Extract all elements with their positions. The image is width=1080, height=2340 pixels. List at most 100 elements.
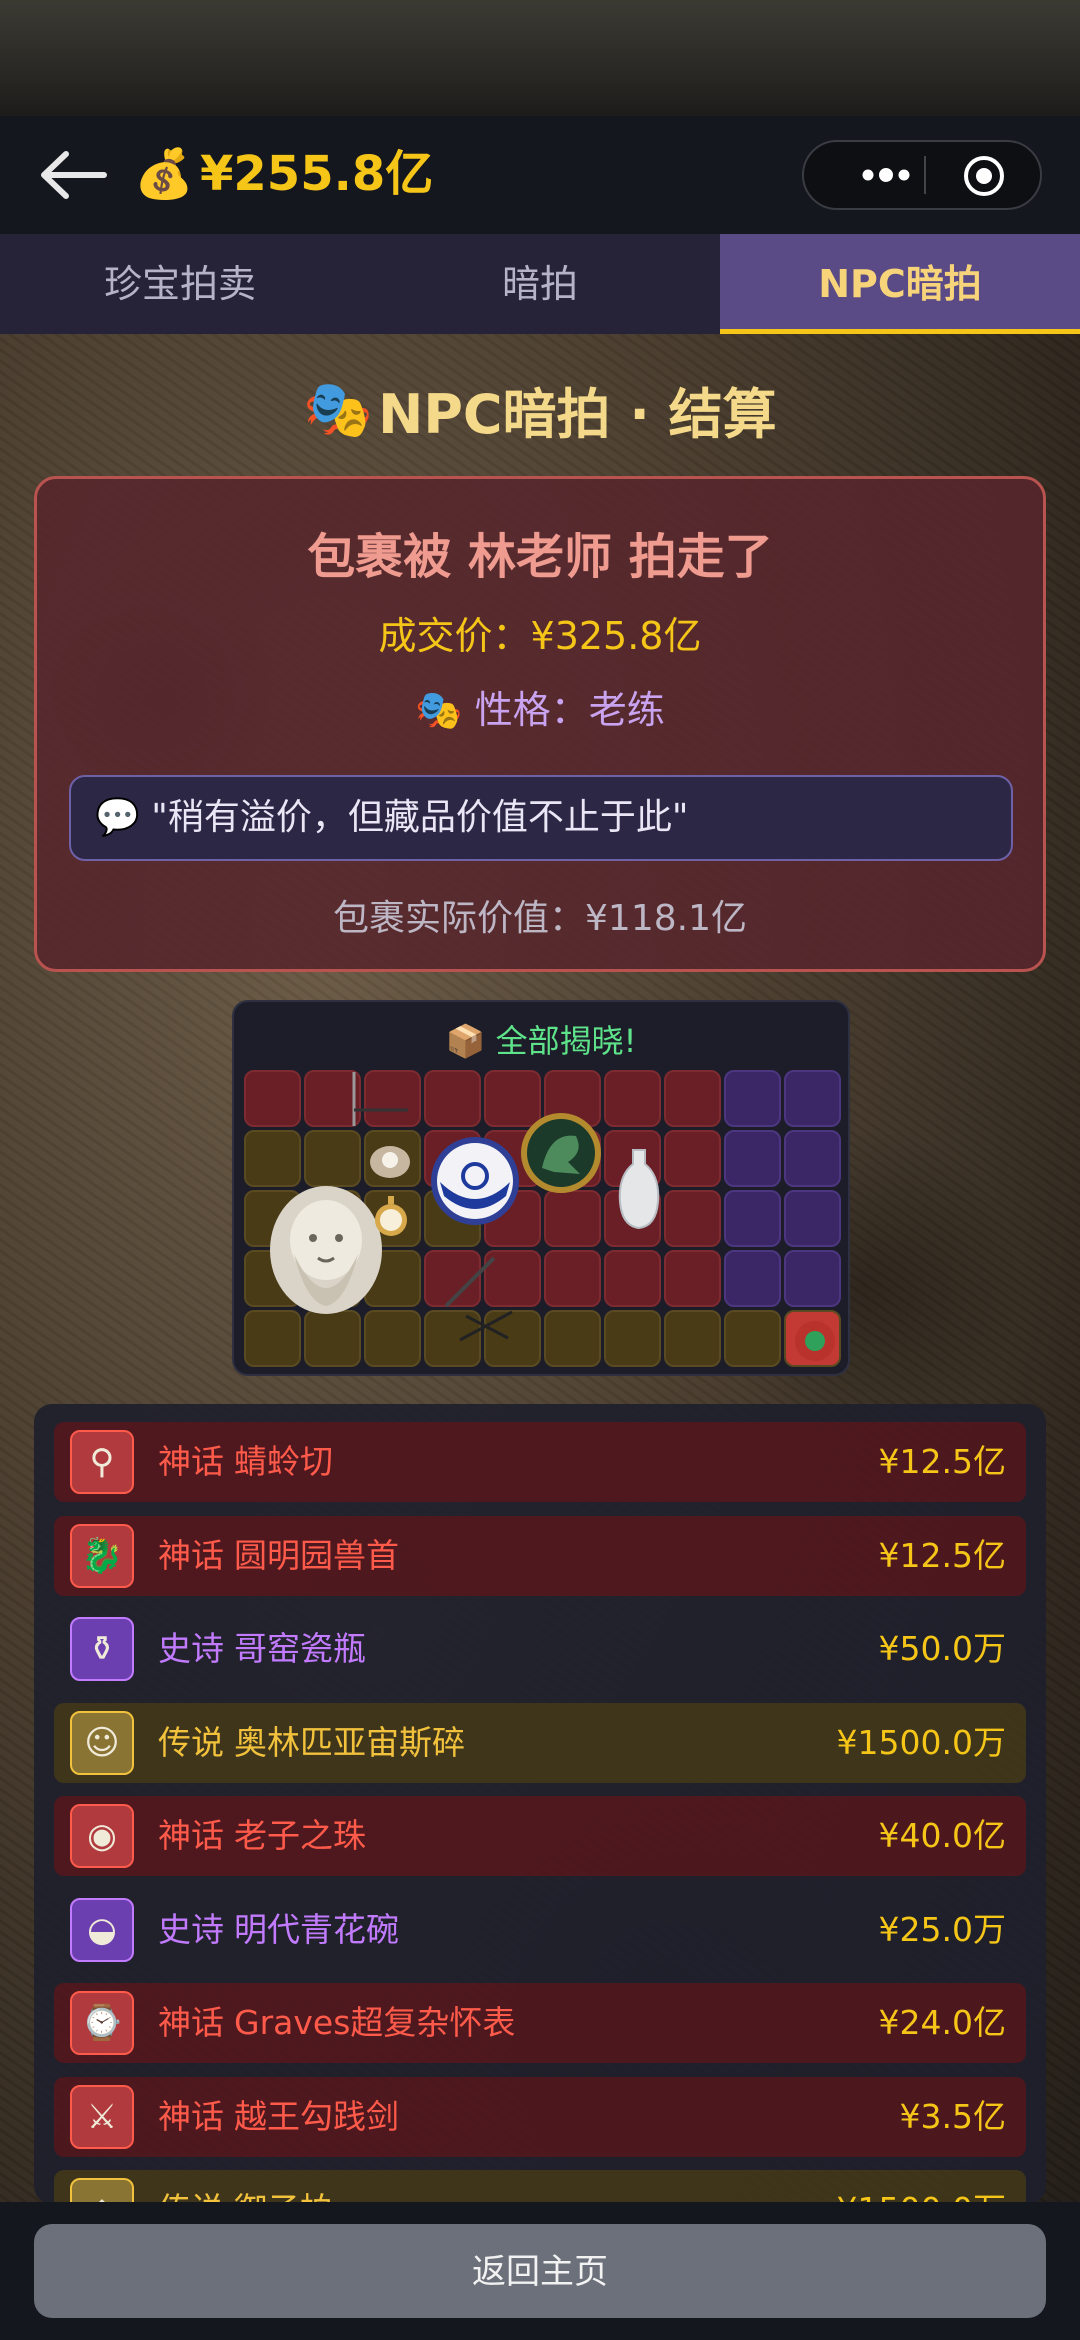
mini-program-capsule (802, 140, 1042, 210)
reveal-panel: 📦 全部揭晓! (232, 1000, 850, 1376)
celadon-vase-icon (618, 1149, 660, 1230)
item-rarity: 史诗 (158, 1629, 224, 1668)
grid-cell (244, 1310, 301, 1367)
statue-icon: ☺ (70, 1710, 134, 1775)
pearl-icon: ◉ (70, 1804, 134, 1868)
item-row[interactable]: ⚱ 史诗 哥窑瓷瓶 ¥50.0万 (54, 1609, 1026, 1689)
header-bar: 💰 ¥255.8亿 (0, 116, 1080, 234)
item-price: ¥3.5亿 (899, 2096, 1006, 2136)
grid-cell (724, 1250, 781, 1307)
spear-icon (352, 1072, 408, 1126)
return-home-button[interactable]: 返回主页 (34, 2224, 1046, 2318)
item-row[interactable]: ⌚ 神话 Graves超复杂怀表 ¥24.0亿 (54, 1983, 1026, 2063)
theater-masks-icon: 🎭 (303, 377, 374, 443)
item-row[interactable]: 🐉 神话 圆明园兽首 ¥12.5亿 (54, 1515, 1026, 1596)
actual-value: 包裹实际价值：¥118.1亿 (333, 898, 747, 939)
crossed-blades-icon (459, 1310, 513, 1342)
grid-cell (724, 1070, 781, 1127)
item-row[interactable]: ☺ 传说 奥林匹亚宙斯碎 ¥1500.0万 (54, 1702, 1026, 1783)
settlement-title-row: 🎭 NPC暗拍 · 结算 (0, 370, 1080, 450)
item-name: 圆明园兽首 (234, 1535, 399, 1575)
npc-quote-text: "稍有溢价，但藏品价值不止于此" (151, 797, 689, 838)
dragon-head-icon (521, 1113, 601, 1193)
grid-cell (664, 1070, 721, 1127)
item-name: 老子之珠 (234, 1816, 366, 1855)
winner-headline: 包裹被 林老师 拍走了 (307, 529, 773, 585)
tab-treasure-auction[interactable]: 珍宝拍卖 (0, 234, 360, 334)
item-grid (244, 1070, 844, 1370)
item-price: ¥40.0亿 (878, 1816, 1006, 1855)
item-price: ¥1500.0万 (837, 2170, 1006, 2204)
money-bag-icon: 💰 (134, 146, 194, 202)
grid-cell (604, 1310, 661, 1367)
bowl-icon: ◒ (70, 1897, 134, 1962)
item-row[interactable]: ⚔ 神话 越王勾践剑 ¥3.5亿 (54, 2076, 1026, 2157)
grid-cell (244, 1070, 301, 1127)
item-price: ¥1500.0万 (836, 1722, 1006, 1762)
item-price: ¥12.5亿 (878, 1442, 1006, 1481)
item-row[interactable]: ◆ 传说御子柏 ¥1500.0万 (54, 2170, 1026, 2204)
grid-cell (424, 1070, 481, 1127)
item-name: 明代青花碗 (234, 1909, 399, 1949)
item-name: 越王勾践剑 (234, 2096, 399, 2136)
grid-cell (604, 1250, 661, 1307)
reveal-title-text: 全部揭晓! (495, 1022, 637, 1060)
more-icon[interactable] (834, 142, 934, 208)
item-rarity: 神话 (158, 1535, 224, 1575)
item-rarity: 传说 (158, 2170, 224, 2204)
sword-icon (444, 1256, 496, 1308)
deal-price: 成交价：¥325.8亿 (378, 614, 702, 658)
grid-cell (304, 1130, 361, 1187)
emerald-ornament-icon (795, 1321, 835, 1361)
grid-cell (544, 1310, 601, 1367)
page-title: NPC暗拍 · 结算 (378, 383, 777, 446)
close-target-icon[interactable] (962, 154, 1006, 198)
theater-masks-icon: 🎭 (415, 688, 475, 732)
item-rarity: 神话 (158, 2003, 224, 2042)
grid-cell (304, 1310, 361, 1367)
grid-cell (664, 1310, 721, 1367)
item-rarity: 神话 (158, 1816, 224, 1855)
item-price: ¥12.5亿 (878, 1535, 1006, 1575)
capsule-divider (924, 156, 926, 194)
item-icon: ◆ (70, 2178, 134, 2204)
grid-cell (664, 1130, 721, 1187)
item-price: ¥24.0亿 (878, 2003, 1006, 2042)
npc-quote-box: 💬 "稍有溢价，但藏品价值不止于此" (69, 775, 1013, 861)
speech-bubble-icon: 💬 (95, 797, 140, 838)
tab-npc-blind-auction[interactable]: NPC暗拍 (720, 234, 1080, 334)
npc-personality: 🎭 性格：老练 (37, 679, 1043, 734)
package-icon: 📦 (445, 1022, 486, 1060)
dragon-head-icon: 🐉 (70, 1523, 134, 1588)
grid-cell (664, 1250, 721, 1307)
item-rarity: 史诗 (158, 1909, 224, 1949)
vase-icon: ⚱ (70, 1617, 134, 1681)
pearl-icon (370, 1146, 410, 1178)
grid-cell (784, 1130, 841, 1187)
spear-icon: ⚲ (70, 1430, 134, 1494)
personality-text: 性格：老练 (474, 688, 665, 732)
tab-blind-auction[interactable]: 暗拍 (360, 234, 720, 334)
item-name: 御子柏 (234, 2170, 333, 2204)
tab-bar: 珍宝拍卖 暗拍 NPC暗拍 (0, 234, 1080, 334)
item-rarity: 神话 (158, 2096, 224, 2136)
grid-cell (544, 1250, 601, 1307)
item-row[interactable]: ◉ 神话 老子之珠 ¥40.0亿 (54, 1796, 1026, 1876)
result-card: 包裹被 林老师 拍走了 成交价：¥325.8亿 🎭 性格：老练 💬 "稍有溢价，… (34, 476, 1046, 972)
grid-cell (544, 1190, 601, 1247)
pocket-watch-icon (375, 1196, 407, 1236)
pocket-watch-icon: ⌚ (70, 1991, 134, 2055)
item-row[interactable]: ◒ 史诗 明代青花碗 ¥25.0万 (54, 1890, 1026, 1970)
item-rarity: 传说 (158, 1722, 224, 1762)
item-name: 奥林匹亚宙斯碎 (234, 1722, 465, 1762)
item-name: Graves超复杂怀表 (234, 2003, 516, 2042)
back-arrow-icon[interactable] (36, 146, 108, 204)
grid-cell (364, 1310, 421, 1367)
item-rarity: 神话 (158, 1442, 224, 1481)
item-row[interactable]: ⚲ 神话 蜻蛉切 ¥12.5亿 (54, 1422, 1026, 1502)
grid-cell (724, 1310, 781, 1367)
grid-cell (244, 1130, 301, 1187)
grid-cell (664, 1190, 721, 1247)
blue-white-bowl-icon (431, 1137, 519, 1225)
item-name: 蜻蛉切 (234, 1442, 333, 1481)
